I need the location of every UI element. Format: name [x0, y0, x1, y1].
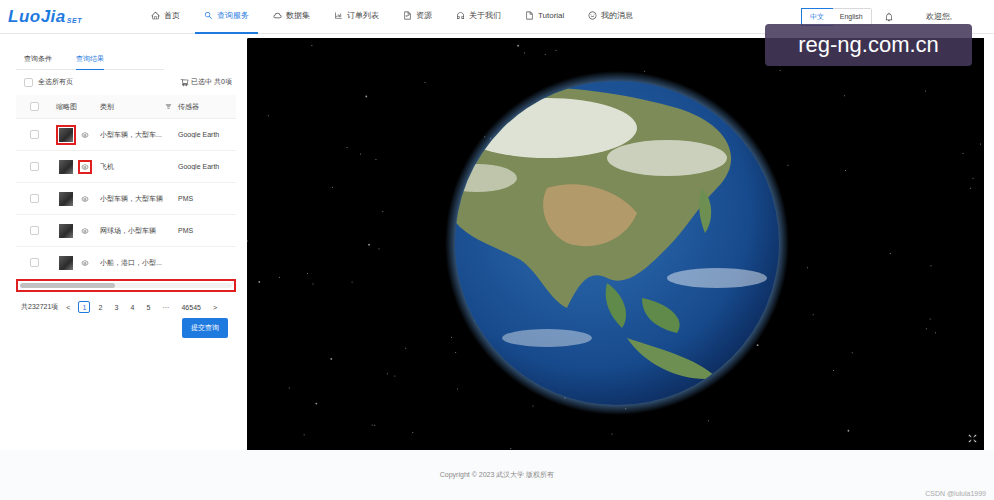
checkbox[interactable] — [30, 258, 39, 267]
page-ellipsis[interactable]: ··· — [158, 301, 173, 313]
footer: Copyright © 2023 武汉大学 版权所有 CSDN @lulula19… — [0, 450, 994, 500]
category-cell: 小船，港口，小型... — [100, 258, 178, 268]
category-cell: 网球场，小型车辆 — [100, 226, 178, 236]
checkbox[interactable] — [30, 162, 39, 171]
doc-icon — [403, 11, 412, 20]
page-button[interactable]: 3 — [110, 301, 122, 313]
table-body: 小型车辆，大型车...Google Earth飞机Google Earth小型车… — [16, 119, 236, 271]
eye-icon[interactable] — [81, 195, 89, 203]
thumbnail[interactable] — [59, 192, 73, 206]
page: LuoJiaSET 首页查询服务数据集订单列表资源关于我们Tutorial我的消息… — [0, 0, 994, 500]
main-nav: 首页查询服务数据集订单列表资源关于我们Tutorial我的消息 — [142, 0, 642, 34]
query-panel: 查询条件查询结果全选所有页已选中 共0项缩略图类别传感器小型车辆，大型车...G… — [8, 38, 240, 450]
page-button[interactable]: 2 — [94, 301, 106, 313]
welcome-text: 欢迎您, — [926, 11, 952, 22]
eye-icon[interactable] — [81, 227, 89, 235]
file-icon — [525, 11, 534, 20]
panel-tab[interactable]: 查询条件 — [24, 50, 52, 70]
checkbox[interactable] — [30, 102, 39, 111]
panel-tabs: 查询条件 查询结果 — [16, 50, 164, 70]
column-header[interactable]: 类别 — [100, 102, 178, 112]
table-row[interactable]: 小型车辆，大型车...Google Earth — [16, 119, 236, 151]
sensor-cell: PMS — [178, 227, 236, 234]
map-view[interactable] — [247, 38, 984, 450]
category-cell: 小型车辆，大型车... — [100, 130, 178, 140]
cart-icon — [180, 78, 189, 87]
eye-icon[interactable] — [81, 131, 89, 139]
nav-item[interactable]: 关于我们 — [447, 0, 510, 34]
logo[interactable]: LuoJiaSET — [8, 7, 82, 27]
filter-icon[interactable] — [165, 103, 172, 110]
scroll-thumb[interactable] — [20, 283, 115, 288]
checkbox[interactable] — [24, 78, 33, 87]
headset-icon — [456, 11, 465, 20]
language-toggle: 中文English — [801, 8, 872, 26]
select-all[interactable]: 全选所有页 — [24, 77, 73, 87]
fullscreen-icon[interactable] — [967, 433, 978, 444]
thumbnail[interactable] — [59, 256, 73, 270]
nav-item[interactable]: 数据集 — [264, 0, 319, 34]
thumbnail[interactable] — [59, 160, 73, 174]
panel-tab[interactable]: 查询结果 — [76, 50, 104, 70]
sensor-cell: Google Earth — [178, 131, 236, 138]
table-row[interactable]: 网球场，小型车辆PMS — [16, 215, 236, 247]
checkbox[interactable] — [30, 130, 39, 139]
top-bar: LuoJiaSET 首页查询服务数据集订单列表资源关于我们Tutorial我的消息… — [0, 0, 994, 34]
table-row[interactable]: 飞机Google Earth — [16, 151, 236, 183]
bell-icon[interactable] — [884, 12, 894, 22]
nav-item[interactable]: 首页 — [142, 0, 189, 34]
eye-icon[interactable] — [81, 163, 89, 171]
cloud-icon — [273, 11, 282, 20]
language-button[interactable]: 中文 — [802, 9, 832, 25]
smile-icon — [588, 11, 597, 20]
nav-item[interactable]: Tutorial — [516, 0, 573, 34]
table-row[interactable]: 小型车辆，大型车辆PMS — [16, 183, 236, 215]
thumbnail[interactable] — [59, 224, 73, 238]
nav-item[interactable]: 资源 — [394, 0, 441, 34]
credit-watermark: CSDN @lulula1999 — [925, 490, 986, 497]
submit-button[interactable]: 提交查询 — [182, 318, 228, 338]
page-button[interactable]: 46545 — [177, 301, 204, 313]
page-button[interactable]: 5 — [142, 301, 154, 313]
table-row[interactable]: 小船，港口，小型... — [16, 247, 236, 271]
copyright: Copyright © 2023 武汉大学 版权所有 — [440, 470, 554, 480]
page-button[interactable]: 4 — [126, 301, 138, 313]
total-count: 共232721项 — [21, 302, 58, 312]
nav-item[interactable]: 查询服务 — [195, 0, 258, 34]
page-button[interactable]: 1 — [78, 301, 90, 313]
checkbox[interactable] — [30, 194, 39, 203]
horizontal-scrollbar[interactable] — [16, 279, 236, 292]
prev-page[interactable]: < — [62, 301, 74, 313]
column-header: 传感器 — [178, 102, 236, 112]
category-cell: 飞机 — [100, 162, 178, 172]
chart-icon — [334, 11, 343, 20]
checkbox[interactable] — [30, 226, 39, 235]
cart-count[interactable]: 已选中 共0项 — [180, 77, 232, 87]
sensor-cell: Google Earth — [178, 163, 236, 170]
table-header: 缩略图类别传感器 — [16, 95, 236, 119]
home-icon — [151, 11, 160, 20]
column-header: 缩略图 — [56, 102, 100, 112]
next-page[interactable]: > — [209, 301, 221, 313]
pagination: 共232721项 <12345 ··· 46545 > — [16, 292, 236, 313]
language-button[interactable]: English — [832, 9, 871, 25]
nav-item[interactable]: 我的消息 — [579, 0, 642, 34]
eye-icon[interactable] — [81, 259, 89, 267]
watermark: reg-ng.com.cn — [765, 24, 972, 66]
thumbnail[interactable] — [59, 128, 73, 142]
search-icon — [204, 11, 213, 20]
nav-item[interactable]: 订单列表 — [325, 0, 388, 34]
category-cell: 小型车辆，大型车辆 — [100, 194, 178, 204]
sensor-cell: PMS — [178, 195, 236, 202]
globe-map[interactable] — [247, 38, 984, 450]
